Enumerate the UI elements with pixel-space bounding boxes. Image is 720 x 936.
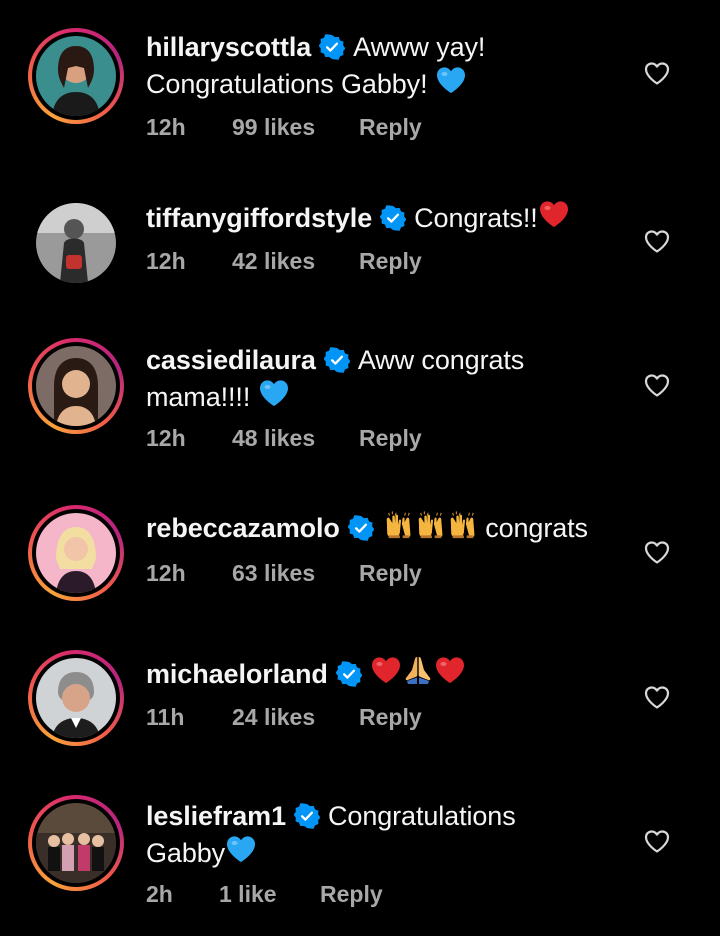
- red-heart-icon: [434, 654, 466, 694]
- blue-heart-icon: [225, 833, 257, 873]
- comment-text: Aww congrats: [357, 345, 525, 375]
- likes-count[interactable]: 48 likes: [232, 425, 315, 452]
- red-heart-icon: [370, 654, 402, 694]
- verified-badge-icon: [380, 205, 406, 231]
- likes-count[interactable]: 63 likes: [232, 560, 315, 587]
- reply-button[interactable]: Reply: [359, 248, 422, 275]
- like-heart-icon[interactable]: [643, 59, 671, 87]
- blue-heart-icon: [258, 377, 290, 417]
- avatar[interactable]: [28, 795, 124, 891]
- username[interactable]: cassiedilaura: [146, 345, 316, 375]
- username[interactable]: tiffanygiffordstyle: [146, 203, 372, 233]
- avatar-image: [36, 203, 116, 283]
- verified-badge-icon: [336, 661, 362, 687]
- verified-badge-icon: [294, 803, 320, 829]
- comment-text: mama!!!!: [146, 382, 251, 412]
- avatar[interactable]: [28, 338, 124, 434]
- username[interactable]: rebeccazamolo: [146, 513, 340, 543]
- avatar-image: [36, 658, 116, 738]
- folded-hands-icon: [402, 654, 434, 694]
- like-heart-icon[interactable]: [643, 683, 671, 711]
- verified-badge-icon: [319, 34, 345, 60]
- comment-text: Congrats!!: [414, 203, 538, 233]
- comment-timestamp: 11h: [146, 704, 185, 730]
- reply-button[interactable]: Reply: [320, 881, 383, 908]
- avatar-image: [36, 36, 116, 116]
- raising-hands-icon: [382, 510, 478, 548]
- verified-badge-icon: [324, 347, 350, 373]
- avatar[interactable]: [28, 195, 124, 291]
- avatar-image: [36, 346, 116, 426]
- comment-text: Awww yay!: [353, 32, 486, 62]
- comment-text: congrats: [485, 513, 588, 543]
- like-heart-icon[interactable]: [643, 827, 671, 855]
- avatar[interactable]: [28, 505, 124, 601]
- verified-badge-icon: [348, 515, 374, 541]
- reply-button[interactable]: Reply: [359, 704, 422, 731]
- avatar-image: [36, 513, 116, 593]
- likes-count[interactable]: 1 like: [219, 881, 277, 908]
- avatar-image: [36, 803, 116, 883]
- comment-timestamp: 12h: [146, 114, 186, 140]
- reply-button[interactable]: Reply: [359, 425, 422, 452]
- username[interactable]: michaelorland: [146, 659, 328, 689]
- comment-timestamp: 12h: [146, 248, 186, 274]
- comment-timestamp: 12h: [146, 560, 186, 586]
- avatar[interactable]: [28, 28, 124, 124]
- comment-timestamp: 12h: [146, 425, 186, 451]
- username[interactable]: hillaryscottla: [146, 32, 311, 62]
- blue-heart-icon: [435, 64, 467, 104]
- like-heart-icon[interactable]: [643, 538, 671, 566]
- reply-button[interactable]: Reply: [359, 560, 422, 587]
- reply-button[interactable]: Reply: [359, 114, 422, 141]
- comment-text: Congratulations Gabby!: [146, 69, 428, 99]
- comment-timestamp: 2h: [146, 881, 173, 907]
- likes-count[interactable]: 42 likes: [232, 248, 315, 275]
- comment-text: Congratulations: [328, 801, 516, 831]
- like-heart-icon[interactable]: [643, 371, 671, 399]
- comment-text: Gabby: [146, 838, 226, 868]
- username[interactable]: lesliefram1: [146, 801, 286, 831]
- likes-count[interactable]: 24 likes: [232, 704, 315, 731]
- like-heart-icon[interactable]: [643, 227, 671, 255]
- likes-count[interactable]: 99 likes: [232, 114, 315, 141]
- avatar[interactable]: [28, 650, 124, 746]
- red-heart-icon: [538, 198, 570, 238]
